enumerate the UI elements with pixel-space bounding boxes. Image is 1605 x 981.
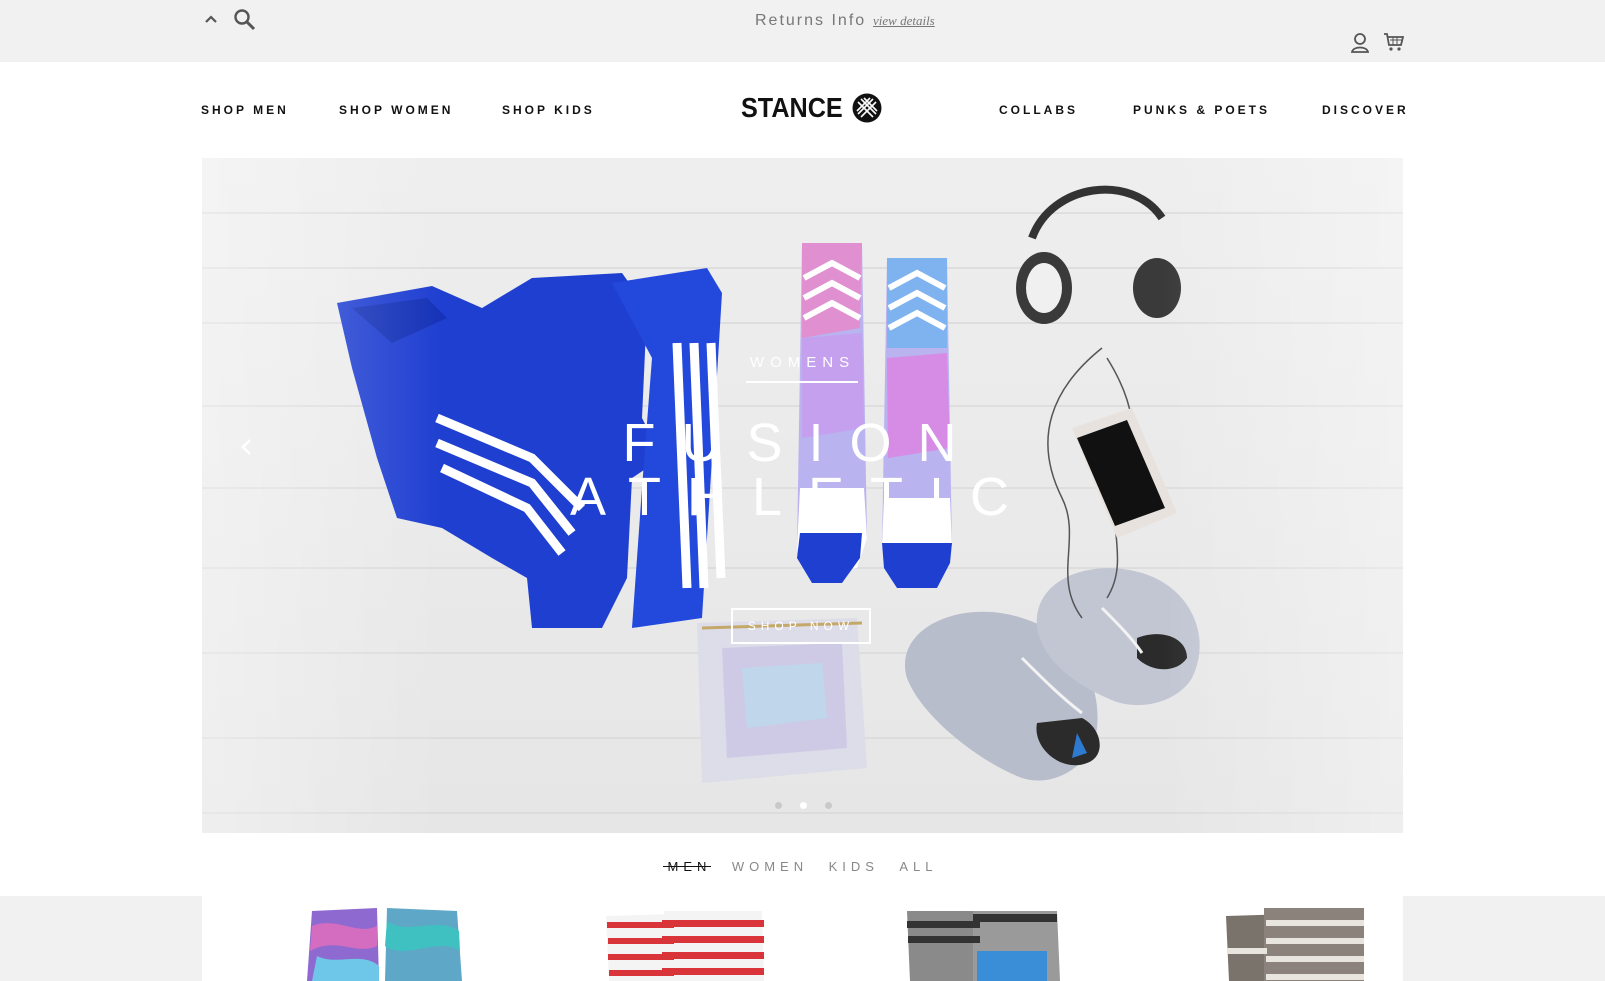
account-icon[interactable] — [1350, 32, 1370, 54]
nav-collabs[interactable]: COLLABS — [999, 103, 1078, 117]
product-grid — [202, 896, 1403, 981]
hero-carousel[interactable]: WOMENS FUSION ATHLETIC SHOP NOW — [202, 158, 1403, 833]
utility-bar: Returns Info view details — [0, 0, 1605, 62]
product-tie-dye-socks[interactable] — [307, 906, 467, 981]
nav-shop-kids[interactable]: SHOP KIDS — [502, 103, 595, 117]
search-icon[interactable] — [233, 8, 257, 32]
filter-all[interactable]: ALL — [899, 859, 937, 874]
carousel-dot[interactable] — [775, 802, 782, 809]
filter-women[interactable]: WOMEN — [732, 859, 808, 874]
product-red-stripe-socks[interactable] — [604, 906, 769, 981]
hero-title-line2: ATHLETIC — [569, 467, 1036, 527]
cart-icon[interactable] — [1383, 32, 1405, 52]
product-brown-stripe-socks[interactable] — [1224, 906, 1369, 981]
stance-logo[interactable]: STANCE — [741, 92, 882, 124]
logo-wordmark: STANCE — [741, 92, 843, 123]
filter-kids[interactable]: KIDS — [829, 859, 879, 874]
nav-shop-women[interactable]: SHOP WOMEN — [339, 103, 453, 117]
carousel-dots — [775, 802, 832, 809]
nav-shop-men[interactable]: SHOP MEN — [201, 103, 289, 117]
stance-logo-icon — [852, 93, 882, 123]
shop-now-button[interactable]: SHOP NOW — [731, 608, 871, 644]
chevron-up-icon[interactable] — [202, 10, 220, 28]
returns-info-text: Returns Info — [755, 12, 867, 29]
nav-discover[interactable]: DISCOVER — [1322, 103, 1409, 117]
hero-eyebrow: WOMENS — [749, 354, 856, 371]
carousel-dot-active[interactable] — [800, 802, 807, 809]
product-grey-black-socks[interactable] — [905, 906, 1065, 981]
hero-title: FUSION ATHLETIC — [202, 416, 1403, 524]
filter-pointer — [680, 888, 696, 896]
nav-punks-poets[interactable]: PUNKS & POETS — [1133, 103, 1270, 117]
carousel-dot[interactable] — [825, 802, 832, 809]
category-filter: MEN WOMEN KIDS ALL — [0, 858, 1605, 876]
hero-title-line1: FUSION — [622, 413, 983, 473]
filter-men[interactable]: MEN — [663, 859, 712, 874]
hero-divider — [746, 381, 858, 383]
view-details-link[interactable]: view details — [873, 13, 935, 29]
product-strip — [0, 896, 1605, 981]
